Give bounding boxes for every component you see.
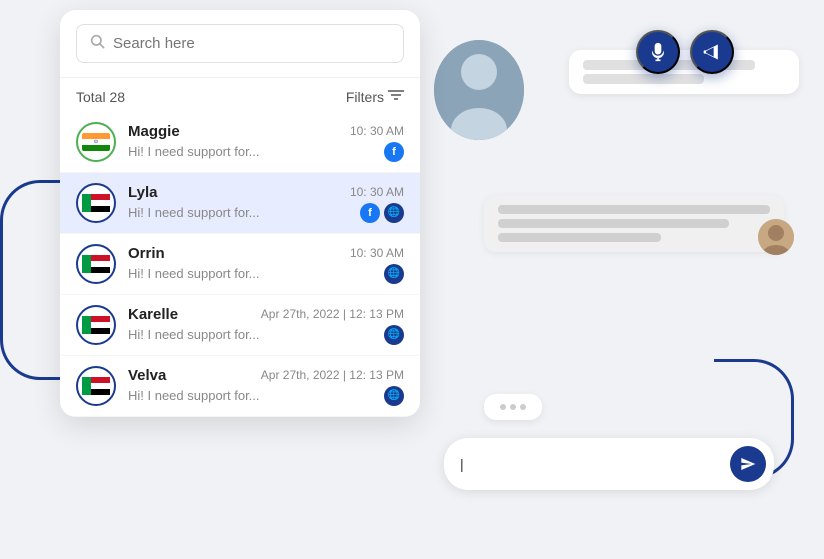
- bubble-line: [583, 74, 704, 84]
- action-buttons: [636, 30, 734, 74]
- search-input-wrapper[interactable]: [76, 24, 404, 63]
- conv-icons: 🌐: [384, 386, 404, 406]
- avatar-lyla: [76, 183, 116, 223]
- user-avatar-small: [758, 219, 794, 255]
- conv-icons: 🌐: [384, 325, 404, 345]
- filters-button[interactable]: Filters: [346, 88, 404, 106]
- globe-icon: 🌐: [384, 203, 404, 223]
- chat-panel: [414, 30, 794, 510]
- bubble-line: [498, 205, 770, 214]
- conv-content-karelle: Karelle Apr 27th, 2022 | 12: 13 PM Hi! I…: [128, 306, 404, 345]
- typing-dot-1: [500, 404, 506, 410]
- conv-icons: f 🌐: [360, 203, 404, 223]
- facebook-icon: f: [360, 203, 380, 223]
- send-icon: [740, 456, 756, 472]
- chat-bubble-2a: [484, 195, 784, 252]
- send-button[interactable]: [730, 446, 766, 482]
- conv-name: Karelle: [128, 306, 178, 323]
- megaphone-button[interactable]: [690, 30, 734, 74]
- search-icon: [89, 33, 105, 54]
- filter-icon: [388, 88, 404, 106]
- conv-preview: Hi! I need support for...: [128, 388, 260, 403]
- conv-name: Orrin: [128, 245, 165, 262]
- conversation-item-lyla[interactable]: Lyla 10: 30 AM Hi! I need support for...…: [60, 173, 420, 234]
- avatar-maggie: ⊙: [76, 122, 116, 162]
- avatar-velva: [76, 366, 116, 406]
- conv-preview: Hi! I need support for...: [128, 205, 260, 220]
- conv-name: Lyla: [128, 184, 157, 201]
- conv-time: 10: 30 AM: [350, 124, 404, 138]
- bubble-line: [498, 219, 729, 228]
- microphone-icon: [648, 42, 668, 62]
- chat-bubble-group-2: [484, 195, 784, 260]
- user-avatar-image: [434, 40, 524, 140]
- globe-icon: 🌐: [384, 264, 404, 284]
- conv-content-orrin: Orrin 10: 30 AM Hi! I need support for..…: [128, 245, 404, 284]
- conv-content-velva: Velva Apr 27th, 2022 | 12: 13 PM Hi! I n…: [128, 367, 404, 406]
- conv-time: 10: 30 AM: [350, 185, 404, 199]
- bubble-line: [498, 233, 661, 242]
- globe-icon: 🌐: [384, 386, 404, 406]
- globe-icon: 🌐: [384, 325, 404, 345]
- left-curve-decoration: [0, 180, 60, 380]
- facebook-icon: f: [384, 142, 404, 162]
- conv-preview: Hi! I need support for...: [128, 266, 260, 281]
- conversation-item-karelle[interactable]: Karelle Apr 27th, 2022 | 12: 13 PM Hi! I…: [60, 295, 420, 356]
- conv-time: 10: 30 AM: [350, 246, 404, 260]
- conversation-item-maggie[interactable]: ⊙ Maggie 10: 30 AM Hi! I need support fo…: [60, 112, 420, 173]
- conv-icons: 🌐: [384, 264, 404, 284]
- avatar-karelle: [76, 305, 116, 345]
- conv-content-lyla: Lyla 10: 30 AM Hi! I need support for...…: [128, 184, 404, 223]
- search-bar-container: [60, 10, 420, 78]
- microphone-button[interactable]: [636, 30, 680, 74]
- conversation-list-panel: Total 28 Filters ⊙: [60, 10, 420, 417]
- typing-dot-2: [510, 404, 516, 410]
- conv-name: Velva: [128, 367, 166, 384]
- conversation-list: ⊙ Maggie 10: 30 AM Hi! I need support fo…: [60, 112, 420, 417]
- conv-name: Maggie: [128, 123, 180, 140]
- list-header: Total 28 Filters: [60, 78, 420, 112]
- search-input[interactable]: [113, 35, 391, 52]
- conv-time: Apr 27th, 2022 | 12: 13 PM: [261, 307, 404, 321]
- conv-time: Apr 27th, 2022 | 12: 13 PM: [261, 368, 404, 382]
- typing-dot-3: [520, 404, 526, 410]
- user-photo: [434, 40, 524, 140]
- avatar-orrin: [76, 244, 116, 284]
- megaphone-icon: [702, 42, 722, 62]
- conv-content-maggie: Maggie 10: 30 AM Hi! I need support for.…: [128, 123, 404, 162]
- conversation-item-velva[interactable]: Velva Apr 27th, 2022 | 12: 13 PM Hi! I n…: [60, 356, 420, 417]
- typing-indicator: [484, 394, 542, 420]
- conv-preview: Hi! I need support for...: [128, 327, 260, 342]
- conv-preview: Hi! I need support for...: [128, 144, 260, 159]
- filters-label: Filters: [346, 89, 384, 105]
- chat-text-input[interactable]: [460, 456, 730, 472]
- conv-icons: f: [384, 142, 404, 162]
- conversation-item-orrin[interactable]: Orrin 10: 30 AM Hi! I need support for..…: [60, 234, 420, 295]
- total-label: Total 28: [76, 89, 125, 105]
- chat-input-area: [444, 438, 774, 490]
